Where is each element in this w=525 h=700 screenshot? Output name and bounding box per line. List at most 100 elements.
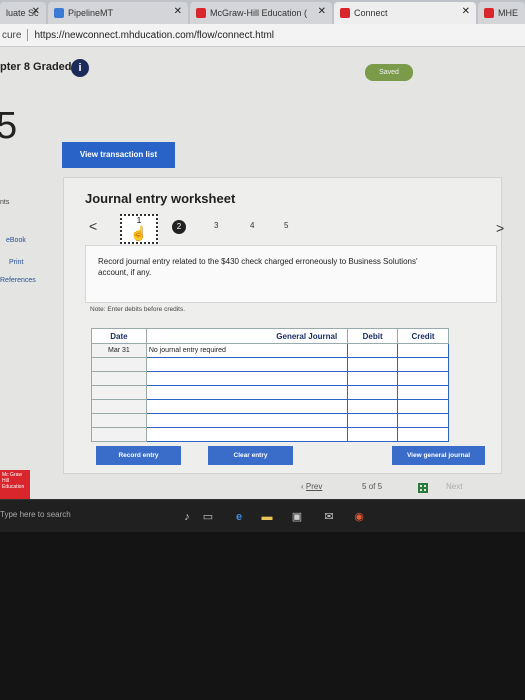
account-input[interactable]: No journal entry required [145,343,349,358]
record-entry-button[interactable]: Record entry [96,446,181,465]
date-header: Date [91,328,147,344]
url-text[interactable]: https://newconnect.mhducation.com/flow/c… [34,30,274,41]
journal-entry-worksheet: Journal entry worksheet < > 1 ☝ 2 3 4 5 … [63,177,504,474]
step-5-tab[interactable]: 5 [284,221,288,230]
instruction-text: Record journal entry related to the $430… [98,257,418,277]
table-row [91,385,449,400]
worksheet-title: Journal entry worksheet [85,191,236,206]
debit-input[interactable] [347,399,399,414]
hand-cursor-icon: ☝ [130,225,148,241]
date-cell[interactable] [91,385,147,400]
prev-link[interactable]: ‹ Prev [301,482,322,491]
grid-icon[interactable] [418,483,428,493]
credit-input[interactable] [397,371,449,386]
debit-input[interactable] [347,343,399,358]
step-4-tab[interactable]: 4 [250,221,254,230]
divider [27,29,29,41]
date-cell[interactable] [91,371,147,386]
table-row [91,357,449,372]
table-row [91,371,449,386]
credit-input[interactable] [397,343,449,358]
tab-strip: Ɩuate Sc ✕ PipelineMT ✕ McGraw-Hill Educ… [0,0,525,24]
points-label: nts [0,199,10,206]
taskbar: Type here to search ♪ ▭ e ▬ ▣ ✉ ◉ [0,499,525,532]
table-row [91,399,449,414]
debit-header: Debit [347,328,399,344]
tab-pipelinemt[interactable]: PipelineMT ✕ [48,2,188,24]
tab-label: McGraw-Hill Education ( [210,8,308,18]
task-view-icon[interactable]: ▭ [201,510,215,524]
tab-connect[interactable]: Connect ✕ [334,2,476,24]
credit-header: Credit [397,328,449,344]
microphone-icon[interactable]: ♪ [180,510,194,524]
next-link[interactable]: Next [446,482,462,491]
mhe-icon [484,8,494,18]
taskbar-search-input[interactable]: Type here to search [0,510,71,519]
account-input[interactable] [145,413,349,428]
debit-input[interactable] [347,357,399,372]
date-cell[interactable] [91,357,147,372]
folder-icon[interactable]: ▬ [260,510,274,524]
account-input[interactable] [145,371,349,386]
debit-input[interactable] [347,371,399,386]
edge-icon[interactable]: e [232,510,246,524]
date-cell[interactable] [91,413,147,428]
account-input[interactable] [145,399,349,414]
chrome-icon[interactable]: ◉ [352,510,366,524]
view-general-journal-button[interactable]: View general journal [392,446,485,465]
step-2-tab[interactable]: 2 [172,220,186,234]
date-cell[interactable]: Mar 31 [91,343,147,358]
debit-input[interactable] [347,427,399,442]
table-row [91,413,449,428]
store-icon[interactable]: ▣ [290,510,304,524]
step-number: 1 [136,216,142,225]
saved-badge: Saved [365,64,413,81]
account-input[interactable] [145,427,349,442]
print-link[interactable]: Print [9,259,23,266]
page-indicator: 5 of 5 [362,482,382,491]
mcgraw-hill-logo: Mc Graw Hill Education [0,470,30,499]
instruction-box: Record journal entry related to the $430… [85,245,497,303]
tab-mhe[interactable]: MHE [478,2,525,24]
credit-input[interactable] [397,427,449,442]
credit-input[interactable] [397,413,449,428]
page-of: of [368,482,376,491]
question-number: 5 [0,105,18,147]
close-icon[interactable]: ✕ [462,6,470,17]
debit-input[interactable] [347,413,399,428]
tab-label: PipelineMT [68,8,114,18]
mcgraw-hill-icon [196,8,206,18]
prev-step-arrow[interactable]: < [89,218,97,234]
date-cell[interactable] [91,399,147,414]
account-input[interactable] [145,385,349,400]
date-cell[interactable] [91,427,147,442]
note-text: Note: Enter debits before credits. [90,306,186,313]
tab-mcgraw-hill[interactable]: McGraw-Hill Education ( ✕ [190,2,332,24]
view-transaction-list-button[interactable]: View transaction list [62,142,175,168]
page-title: pter 8 Graded [0,61,72,73]
credit-input[interactable] [397,399,449,414]
next-step-arrow[interactable]: > [496,220,504,236]
table-row [91,427,449,442]
close-icon[interactable]: ✕ [174,6,182,17]
ebook-link[interactable]: eBook [6,237,26,244]
credit-input[interactable] [397,385,449,400]
credit-input[interactable] [397,357,449,372]
page-current: 5 [362,482,367,491]
tab-label: Connect [354,8,388,18]
pipeline-icon [54,8,64,18]
tab-graduate[interactable]: Ɩuate Sc ✕ [0,2,46,24]
table-row: Mar 31 No journal entry required [91,343,449,358]
references-link[interactable]: References [0,277,36,284]
info-icon[interactable]: i [71,59,89,77]
clear-entry-button[interactable]: Clear entry [208,446,293,465]
debit-input[interactable] [347,385,399,400]
close-icon[interactable]: ✕ [318,6,326,17]
mail-icon[interactable]: ✉ [322,510,336,524]
address-bar[interactable]: cure https://newconnect.mhducation.com/f… [0,24,525,47]
step-1-tab[interactable]: 1 ☝ [120,214,158,244]
close-icon[interactable]: ✕ [32,6,40,17]
step-3-tab[interactable]: 3 [214,221,218,230]
account-input[interactable] [145,357,349,372]
secure-label: cure [2,29,22,41]
